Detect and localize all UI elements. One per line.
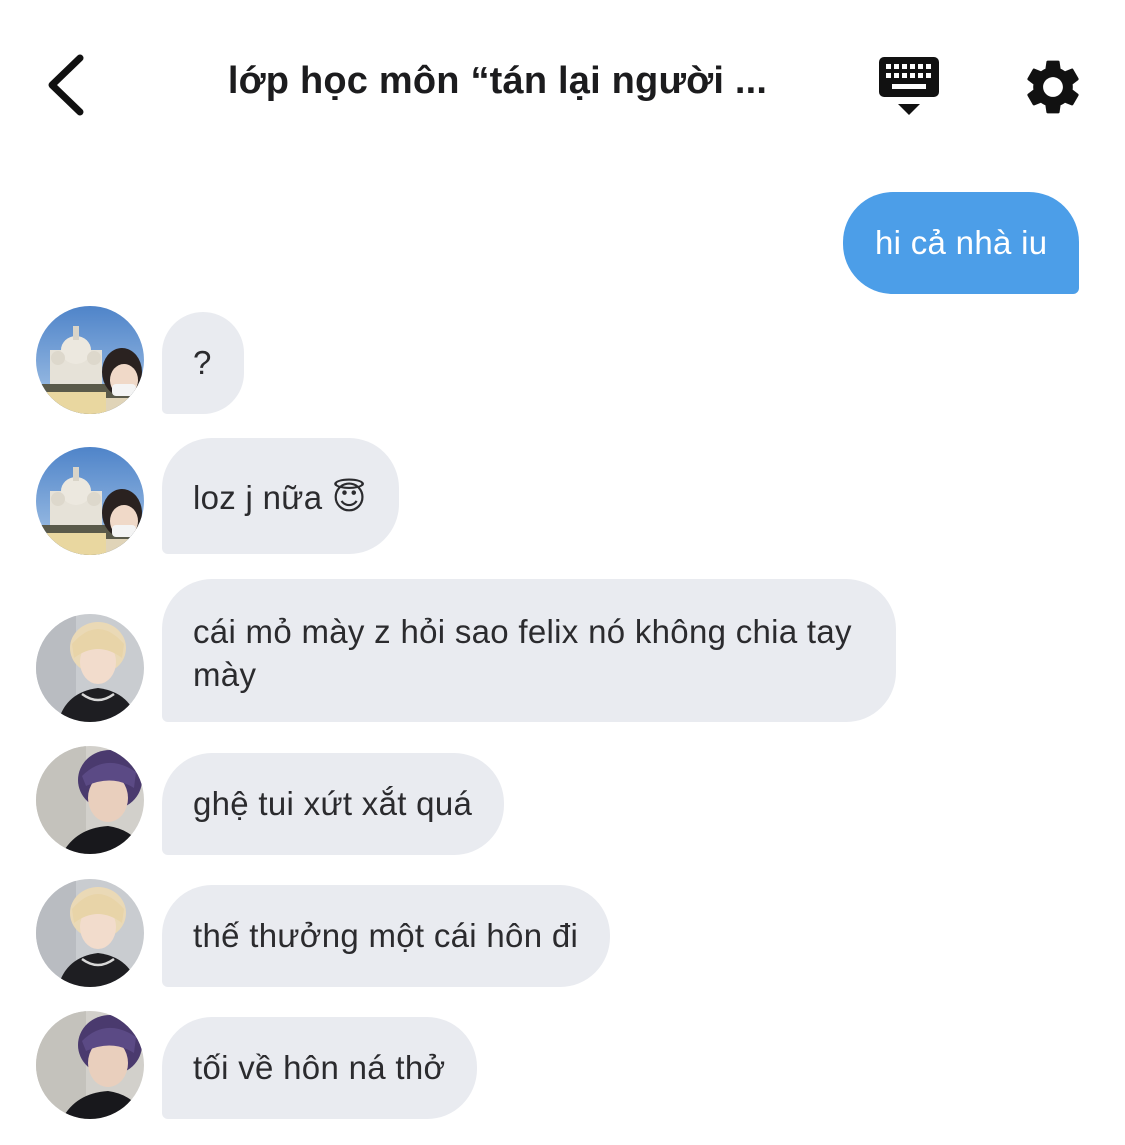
- gear-icon: [1027, 60, 1079, 114]
- chat-header: lớp học môn “tán lại người ...: [0, 0, 1125, 160]
- sent-message-bubble[interactable]: hi cả nhà iu: [843, 192, 1080, 294]
- keyboard-icon: [879, 57, 939, 115]
- received-message-bubble[interactable]: tối về hôn ná thở: [162, 1017, 478, 1119]
- avatar-blond[interactable]: [36, 614, 144, 722]
- received-message-bubble[interactable]: ghệ tui xứt xắt quá: [162, 753, 505, 855]
- avatar-purple-hair[interactable]: [36, 746, 144, 854]
- avatar-purple-hair[interactable]: [36, 1011, 144, 1119]
- keyboard-button[interactable]: [876, 54, 942, 120]
- avatar-blond[interactable]: [36, 879, 144, 987]
- received-message-bubble[interactable]: loz j nữa 😇: [162, 438, 399, 554]
- chevron-left-icon: [48, 54, 84, 116]
- chat-title[interactable]: lớp học môn “tán lại người ...: [150, 60, 845, 103]
- avatar-cathedral[interactable]: [36, 306, 144, 414]
- received-message-bubble[interactable]: thế thưởng một cái hôn đi: [162, 885, 611, 987]
- back-button[interactable]: [36, 50, 96, 120]
- received-message-bubble[interactable]: ?: [162, 312, 244, 414]
- received-message-bubble[interactable]: cái mỏ mày z hỏi sao felix nó không chia…: [162, 579, 896, 722]
- avatar-cathedral[interactable]: [36, 447, 144, 555]
- settings-button[interactable]: [1020, 54, 1086, 120]
